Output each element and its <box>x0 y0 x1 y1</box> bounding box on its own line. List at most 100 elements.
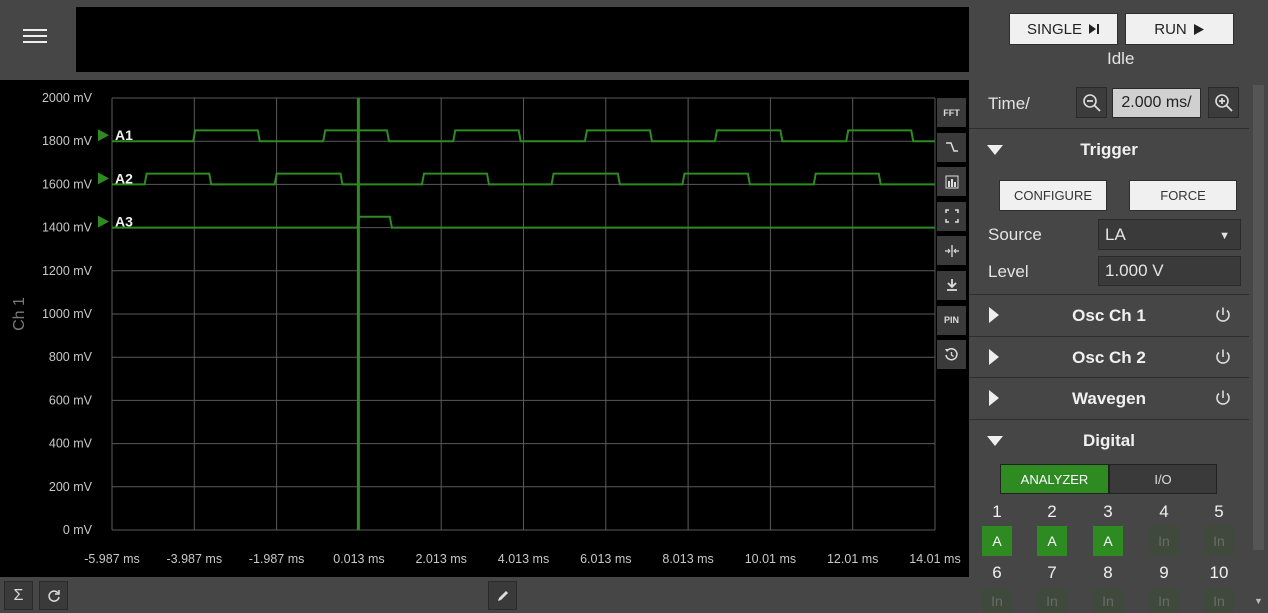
app-window: -5.987 ms -3.987 ms -1.987 ms 0.013 ms 2.013… <box>0 0 1268 613</box>
hamburger-menu-icon[interactable] <box>17 25 53 55</box>
y-tick-label: 200 mV <box>49 480 93 494</box>
force-button[interactable]: FORCE <box>1129 180 1237 211</box>
history-icon[interactable] <box>937 340 966 370</box>
channel-label-a3: A3 <box>115 214 133 230</box>
trigger-section-header[interactable]: Trigger <box>969 128 1249 168</box>
panel-scrollbar[interactable]: ▼ <box>1249 80 1268 613</box>
wavegen-title: Wavegen <box>1071 389 1146 408</box>
pin-number: 8 <box>1103 563 1113 582</box>
pin-number: 10 <box>1209 563 1229 582</box>
power-icon[interactable] <box>1214 306 1232 324</box>
y-tick-label: 1800 mV <box>42 134 93 148</box>
y-tick-label: 1200 mV <box>42 264 93 278</box>
y-tick-label: 400 mV <box>49 437 93 451</box>
wavegen-section-header[interactable]: Wavegen <box>969 377 1249 417</box>
osc-ch1-section-header[interactable]: Osc Ch 1 <box>969 294 1249 334</box>
pin-button[interactable]: PIN <box>937 305 966 335</box>
control-panel: SINGLE RUN Idle Time/ 2.000 ms/ Trigger … <box>969 0 1268 613</box>
step-icon <box>1089 24 1100 34</box>
x-tick-label: -3.987 ms <box>167 552 223 566</box>
x-tick-label: -5.987 ms <box>84 552 140 566</box>
measure-icon[interactable] <box>937 167 966 197</box>
channel-label-a1: A1 <box>115 127 133 143</box>
waveform-chart[interactable]: -5.987 ms -3.987 ms -1.987 ms 0.013 ms 2.013… <box>0 80 969 577</box>
channel-marker-icon <box>98 172 109 185</box>
pencil-icon[interactable] <box>488 581 517 610</box>
x-tick-label: 8.013 ms <box>662 552 713 566</box>
channel-marker-icon <box>98 215 109 228</box>
pin-number: 5 <box>1214 502 1224 521</box>
trigger-source-select[interactable]: LA ▼ <box>1098 219 1241 250</box>
zoom-in-icon[interactable] <box>1208 87 1239 118</box>
refresh-icon[interactable] <box>39 581 68 610</box>
waveform-overview[interactable] <box>76 7 969 72</box>
tab-analyzer[interactable]: ANALYZER <box>1000 464 1109 494</box>
pin-label: PIN <box>943 315 959 326</box>
time-label: Time/ <box>988 94 1030 113</box>
time-row: Time/ 2.000 ms/ <box>969 80 1249 126</box>
single-button[interactable]: SINGLE <box>1009 13 1118 45</box>
edge-icon[interactable] <box>937 132 966 162</box>
channel-label-a2: A2 <box>115 170 133 186</box>
x-tick-label: 4.013 ms <box>498 552 549 566</box>
y-tick-label: 1400 mV <box>42 221 93 235</box>
pin-number: 1 <box>992 502 1002 521</box>
y-tick-label: 600 mV <box>49 393 93 407</box>
pin-1-state-button[interactable]: A <box>982 526 1012 556</box>
pin-2-state-button[interactable]: A <box>1037 526 1067 556</box>
configure-button[interactable]: CONFIGURE <box>999 180 1107 211</box>
fft-label: FFT <box>943 107 960 118</box>
pin-number: 7 <box>1047 563 1057 582</box>
top-bar <box>0 0 969 80</box>
pin-8-state-button[interactable]: In <box>1093 588 1123 613</box>
power-icon[interactable] <box>1214 348 1232 366</box>
scrollbar-thumb[interactable] <box>1253 85 1264 550</box>
pin-5-state-button[interactable]: In <box>1204 526 1234 556</box>
pin-9-state-button[interactable]: In <box>1149 588 1179 613</box>
pin-number: 9 <box>1159 563 1169 582</box>
pin-7-state-button[interactable]: In <box>1037 588 1067 613</box>
pin-number: 2 <box>1047 502 1057 521</box>
run-button[interactable]: RUN <box>1125 13 1234 45</box>
osc-ch2-section-header[interactable]: Osc Ch 2 <box>969 336 1249 376</box>
channel-marker-icon <box>98 129 109 142</box>
acquisition-status: Idle <box>1107 49 1135 68</box>
x-tick-label: 2.013 ms <box>415 552 466 566</box>
download-icon[interactable] <box>937 270 966 300</box>
single-label: SINGLE <box>1026 20 1083 38</box>
pin-6-state-button[interactable]: In <box>982 588 1012 613</box>
x-tick-label: 10.01 ms <box>745 552 796 566</box>
x-tick-label: 14.01 ms <box>909 552 960 566</box>
pin-number: 3 <box>1103 502 1113 521</box>
source-label: Source <box>988 225 1042 244</box>
digital-section-header[interactable]: Digital <box>969 419 1249 459</box>
osc-ch2-title: Osc Ch 2 <box>1072 348 1146 367</box>
pin-4-state-button[interactable]: In <box>1149 526 1179 556</box>
y-axis-label: Ch 1 <box>11 297 28 331</box>
x-tick-label: 6.013 ms <box>580 552 631 566</box>
x-tick-label: -1.987 ms <box>249 552 305 566</box>
osc-ch1-title: Osc Ch 1 <box>1072 306 1146 325</box>
pin-3-state-button[interactable]: A <box>1093 526 1123 556</box>
fullscreen-icon[interactable] <box>937 201 966 231</box>
fft-button[interactable]: FFT <box>937 98 966 127</box>
scroll-down-arrow-icon[interactable]: ▼ <box>1254 596 1263 606</box>
math-sigma-icon[interactable]: Σ <box>4 581 33 610</box>
time-per-div-field[interactable]: 2.000 ms/ <box>1112 88 1201 118</box>
tab-io[interactable]: I/O <box>1109 464 1217 494</box>
y-tick-label: 800 mV <box>49 350 93 364</box>
y-tick-label: 1000 mV <box>42 307 93 321</box>
cursors-icon[interactable] <box>937 236 966 266</box>
trigger-level-field[interactable]: 1.000 V <box>1098 256 1241 286</box>
run-label: RUN <box>1154 20 1187 38</box>
digital-title: Digital <box>1083 431 1135 450</box>
level-label: Level <box>988 262 1029 281</box>
power-icon[interactable] <box>1214 389 1232 407</box>
zoom-out-icon[interactable] <box>1076 87 1107 118</box>
y-tick-label: 2000 mV <box>42 91 93 105</box>
pin-number: 4 <box>1159 502 1169 521</box>
plot-area[interactable]: -5.987 ms -3.987 ms -1.987 ms 0.013 ms 2.013… <box>0 80 969 577</box>
y-tick-label: 0 mV <box>63 523 93 537</box>
x-tick-label: 0.013 ms <box>333 552 384 566</box>
pin-10-state-button[interactable]: In <box>1204 588 1234 613</box>
